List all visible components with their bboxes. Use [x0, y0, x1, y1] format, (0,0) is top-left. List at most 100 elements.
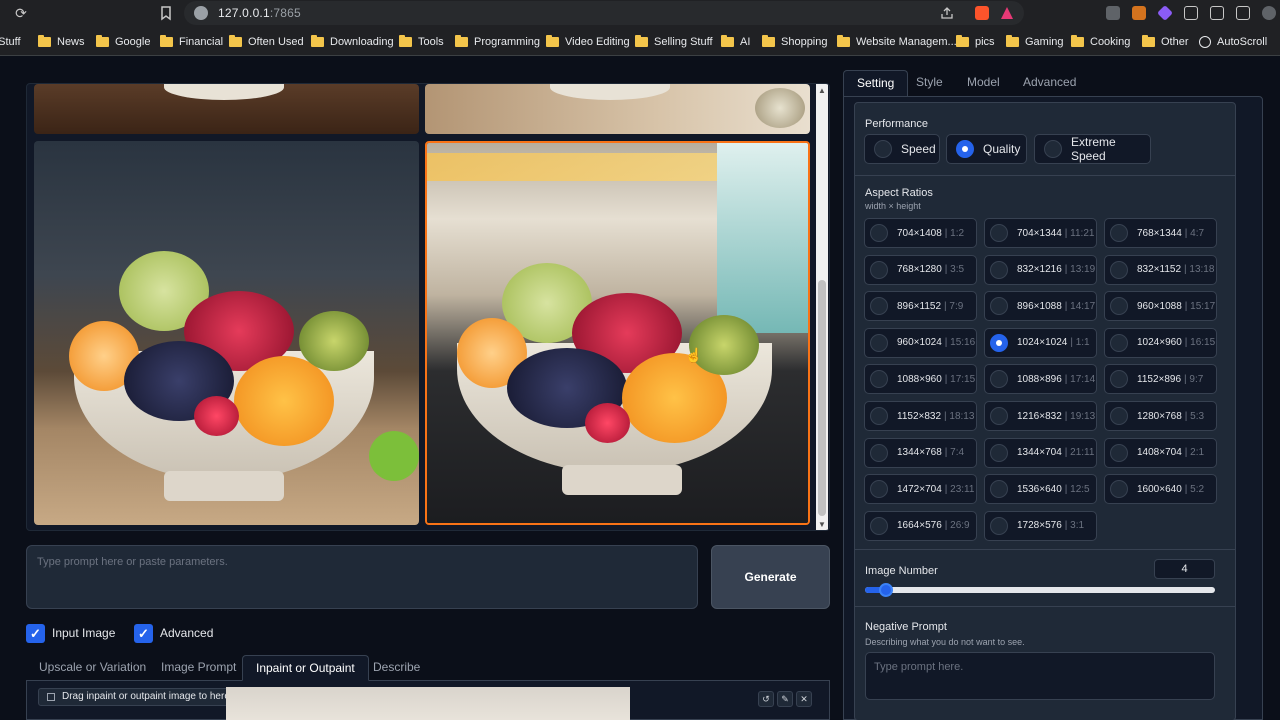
- extension-icon-1[interactable]: [1106, 6, 1120, 20]
- radio-selected-icon[interactable]: [956, 140, 974, 158]
- aspect-ratio-option[interactable]: 1664×576 | 26:9: [864, 510, 977, 541]
- tab-setting[interactable]: Setting: [843, 70, 909, 96]
- aspect-ratio-option[interactable]: 1600×640 | 5:2: [1104, 474, 1217, 505]
- aspect-ratio-option[interactable]: 1024×960 | 16:15: [1104, 327, 1217, 358]
- bookmark-7[interactable]: Tools: [399, 34, 444, 50]
- aspect-ratio-option[interactable]: 1152×832 | 18:13: [864, 401, 977, 431]
- tab-model[interactable]: Model: [954, 70, 1013, 96]
- reload-icon[interactable]: ⟳: [12, 4, 30, 22]
- aspect-ratio-option[interactable]: 1152×896 | 9:7: [1104, 364, 1217, 395]
- radio-icon[interactable]: [1110, 333, 1128, 352]
- bookmark-14[interactable]: pics: [956, 34, 995, 50]
- extensions-puzzle-icon[interactable]: [1184, 6, 1198, 20]
- gallery-image-3[interactable]: [34, 141, 419, 525]
- tab-style[interactable]: Style: [903, 70, 956, 96]
- radio-icon[interactable]: [870, 224, 888, 242]
- radio-icon[interactable]: [870, 297, 888, 316]
- aspect-ratio-option[interactable]: 1408×704 | 2:1: [1104, 437, 1217, 468]
- aspect-ratio-option[interactable]: 832×1216 | 13:19: [984, 254, 1097, 285]
- bookmark-4[interactable]: Financial: [160, 34, 223, 50]
- tab-upscale-or-variation[interactable]: Upscale or Variation: [26, 655, 159, 681]
- radio-icon[interactable]: [990, 297, 1008, 316]
- prompt-input[interactable]: [27, 546, 697, 608]
- aspect-ratio-option[interactable]: 1088×896 | 17:14: [984, 364, 1097, 395]
- bookmark-16[interactable]: Cooking: [1071, 34, 1130, 50]
- radio-icon[interactable]: [1110, 407, 1128, 425]
- radio-icon[interactable]: [1110, 443, 1128, 462]
- bookmark-18[interactable]: AutoScroll: [1199, 34, 1267, 50]
- scrollbar-thumb[interactable]: [818, 280, 826, 516]
- extension-icon-2[interactable]: [1132, 6, 1146, 20]
- radio-icon[interactable]: [1110, 480, 1128, 499]
- radio-icon[interactable]: [990, 260, 1008, 279]
- performance-extreme-speed[interactable]: Extreme Speed: [1034, 134, 1151, 164]
- aspect-ratio-option[interactable]: 960×1088 | 15:17: [1104, 291, 1217, 322]
- radio-icon[interactable]: [990, 443, 1008, 462]
- tab-inpaint-or-outpaint[interactable]: Inpaint or Outpaint: [242, 655, 369, 681]
- negative-prompt-box[interactable]: [865, 652, 1215, 700]
- aspect-ratio-option[interactable]: 1024×1024 | 1:1: [984, 327, 1097, 358]
- radio-icon[interactable]: [870, 370, 888, 389]
- aspect-ratio-option[interactable]: 1472×704 | 23:11: [864, 474, 977, 505]
- radio-icon[interactable]: [1044, 140, 1062, 158]
- wallet-icon[interactable]: [1236, 6, 1250, 20]
- performance-speed[interactable]: Speed: [864, 134, 940, 164]
- bookmark-5[interactable]: Often Used: [229, 34, 304, 50]
- aspect-ratio-option[interactable]: 1344×704 | 21:11: [984, 437, 1097, 468]
- image-number-input[interactable]: 4: [1154, 559, 1215, 579]
- radio-icon[interactable]: [990, 480, 1008, 499]
- input-image-checkbox[interactable]: ✓ Input Image: [26, 623, 115, 643]
- radio-icon[interactable]: [990, 516, 1008, 535]
- bookmark-1[interactable]: t Stuff: [0, 34, 21, 50]
- radio-icon[interactable]: [990, 370, 1008, 389]
- aspect-ratio-option[interactable]: 896×1088 | 14:17: [984, 291, 1097, 322]
- aspect-ratio-option[interactable]: 704×1344 | 11:21: [984, 218, 1097, 248]
- bookmark-10[interactable]: Selling Stuff: [635, 34, 713, 50]
- inpaint-drop-area[interactable]: Drag inpaint or outpaint image to here ↺…: [26, 681, 830, 720]
- scroll-up-arrow-icon[interactable]: ▲: [817, 86, 827, 96]
- bookmark-icon[interactable]: [159, 4, 173, 22]
- aspect-ratio-option[interactable]: 768×1344 | 4:7: [1104, 218, 1217, 248]
- bookmark-15[interactable]: Gaming: [1006, 34, 1064, 50]
- aspect-ratio-option[interactable]: 1728×576 | 3:1: [984, 510, 1097, 541]
- brush-icon[interactable]: ✎: [777, 691, 793, 707]
- radio-icon[interactable]: [874, 140, 892, 158]
- bookmark-8[interactable]: Programming: [455, 34, 540, 50]
- bookmark-12[interactable]: Shopping: [762, 34, 828, 50]
- bookmark-6[interactable]: Downloading: [311, 34, 394, 50]
- profile-icon[interactable]: [1262, 6, 1276, 20]
- slider-knob[interactable]: [879, 583, 893, 597]
- share-icon[interactable]: [940, 6, 954, 20]
- radio-icon[interactable]: [1110, 224, 1128, 242]
- aspect-ratio-option[interactable]: 1280×768 | 5:3: [1104, 401, 1217, 431]
- gallery-scrollbar[interactable]: ▲ ▼: [816, 84, 828, 530]
- close-icon[interactable]: ✕: [796, 691, 812, 707]
- tab-advanced[interactable]: Advanced: [1010, 70, 1089, 96]
- tab-describe[interactable]: Describe: [360, 655, 433, 681]
- checkmark-icon[interactable]: ✓: [134, 623, 153, 643]
- radio-icon[interactable]: [1110, 297, 1128, 316]
- gallery-image-1[interactable]: [34, 84, 419, 134]
- radio-icon[interactable]: [990, 224, 1008, 242]
- radio-selected-icon[interactable]: [990, 333, 1008, 352]
- aspect-ratio-option[interactable]: 896×1152 | 7:9: [864, 291, 977, 322]
- brave-shield-icon[interactable]: [975, 6, 989, 20]
- aspect-ratio-option[interactable]: 1536×640 | 12:5: [984, 474, 1097, 505]
- radio-icon[interactable]: [870, 260, 888, 279]
- scroll-down-arrow-icon[interactable]: ▼: [817, 520, 827, 530]
- checkmark-icon[interactable]: ✓: [26, 623, 45, 643]
- negative-prompt-input[interactable]: [866, 653, 1214, 699]
- aspect-ratio-option[interactable]: 1216×832 | 19:13: [984, 401, 1097, 431]
- image-number-slider[interactable]: [865, 583, 1215, 597]
- radio-icon[interactable]: [1110, 260, 1128, 279]
- radio-icon[interactable]: [870, 407, 888, 425]
- aspect-ratio-option[interactable]: 960×1024 | 15:16: [864, 327, 977, 358]
- radio-icon[interactable]: [870, 333, 888, 352]
- generate-button[interactable]: Generate: [711, 545, 830, 609]
- sidebar-icon[interactable]: [1210, 6, 1224, 20]
- aspect-ratio-option[interactable]: 704×1408 | 1:2: [864, 218, 977, 248]
- undo-icon[interactable]: ↺: [758, 691, 774, 707]
- radio-icon[interactable]: [870, 516, 888, 535]
- brave-rewards-icon[interactable]: [1000, 6, 1014, 20]
- address-bar[interactable]: 127.0.0.1:7865: [184, 1, 1024, 25]
